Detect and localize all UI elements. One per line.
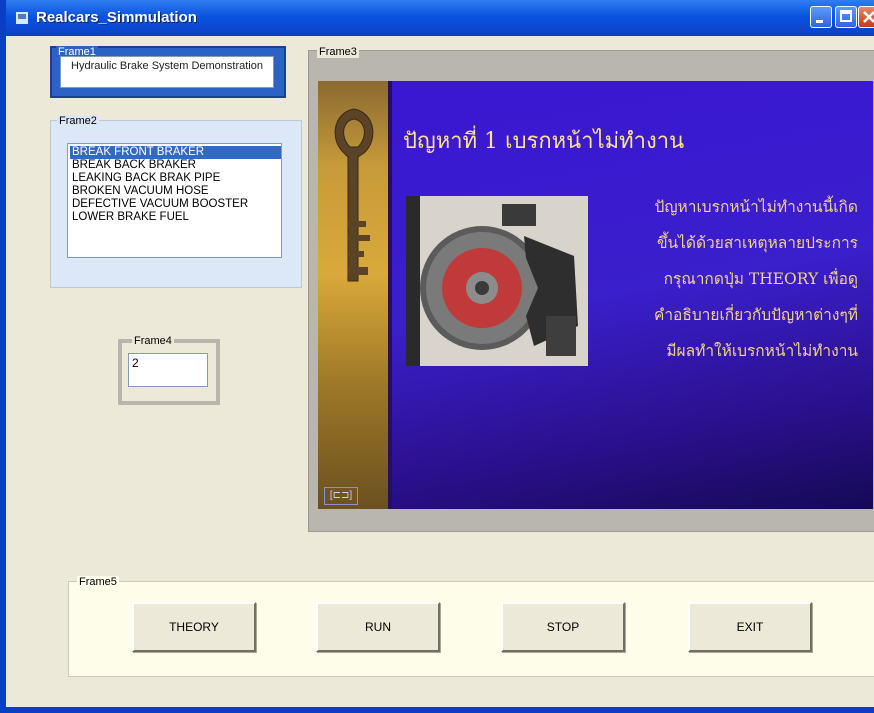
presentation-slide: ปัญหาที่ 1 เบรกหน้าไม่ทำงาน ปัญหาเบรกหน้… bbox=[318, 81, 873, 509]
frame1: Frame1 Hydraulic Brake System Demonstrat… bbox=[50, 46, 286, 98]
client-area: Frame1 Hydraulic Brake System Demonstrat… bbox=[12, 36, 874, 707]
window-title: Realcars_Simmulation bbox=[36, 9, 197, 26]
list-item[interactable]: BREAK BACK BRAKER bbox=[70, 159, 281, 172]
list-item[interactable]: LOWER BRAKE FUEL bbox=[70, 211, 281, 224]
list-item[interactable]: DEFECTIVE VACUUM BOOSTER bbox=[70, 198, 281, 211]
key-image bbox=[334, 108, 374, 282]
stop-button[interactable]: STOP bbox=[501, 602, 625, 652]
frame3-label: Frame3 bbox=[317, 46, 359, 58]
frame5: Frame5 THEORY RUN STOP EXIT bbox=[68, 576, 874, 677]
maximize-button[interactable] bbox=[835, 6, 857, 28]
run-button[interactable]: RUN bbox=[316, 602, 440, 652]
brake-disc-photo bbox=[406, 196, 588, 366]
slide-title: ปัญหาที่ 1 เบรกหน้าไม่ทำงาน bbox=[403, 129, 685, 154]
slide-text-line: คำอธิบายเกี่ยวกับปัญหาต่างๆที่ bbox=[653, 306, 858, 324]
index-textbox[interactable]: 2 bbox=[128, 353, 208, 387]
minimize-icon bbox=[816, 20, 823, 23]
slide-control[interactable]: [⊏⊐] bbox=[324, 487, 358, 505]
demo-title-textbox[interactable]: Hydraulic Brake System Demonstration bbox=[60, 56, 274, 88]
title-bar[interactable]: Realcars_Simmulation bbox=[6, 0, 874, 36]
frame2: Frame2 BREAK FRONT BRAKER BREAK BACK BRA… bbox=[50, 115, 302, 288]
slide-text-line: กรุณากดปุ่ม THEORY เพื่อดู bbox=[663, 270, 858, 288]
app-window: Realcars_Simmulation Frame1 Hydraulic Br… bbox=[0, 0, 874, 713]
problem-listbox[interactable]: BREAK FRONT BRAKER BREAK BACK BRAKER LEA… bbox=[67, 143, 282, 258]
list-item[interactable]: LEAKING BACK BRAK PIPE bbox=[70, 172, 281, 185]
list-item[interactable]: BREAK FRONT BRAKER bbox=[70, 146, 281, 159]
app-icon bbox=[16, 12, 28, 24]
close-button[interactable] bbox=[858, 6, 874, 28]
list-item[interactable]: BROKEN VACUUM HOSE bbox=[70, 185, 281, 198]
slide-body-text: ปัญหาเบรกหน้าไม่ทำงานนี้เกิด ขึ้นได้ด้วย… bbox=[608, 189, 858, 369]
slide-text-line: มีผลทำให้เบรกหน้าไม่ทำงาน bbox=[666, 342, 858, 360]
frame2-label: Frame2 bbox=[57, 115, 99, 127]
exit-button[interactable]: EXIT bbox=[688, 602, 812, 652]
close-icon bbox=[863, 11, 874, 23]
frame3: Frame3 ปัญหาที่ 1 เบรกหน้าไม่ทำงาน ปัญหา… bbox=[308, 46, 874, 532]
frame4: Frame4 2 bbox=[118, 335, 220, 405]
slide-text-line: ขึ้นได้ด้วยสาเหตุหลายประการ bbox=[656, 234, 858, 252]
maximize-icon bbox=[840, 10, 852, 22]
frame5-label: Frame5 bbox=[77, 576, 119, 588]
slide-text-line: ปัญหาเบรกหน้าไม่ทำงานนี้เกิด bbox=[654, 198, 858, 216]
frame4-label: Frame4 bbox=[132, 335, 174, 347]
minimize-button[interactable] bbox=[810, 6, 832, 28]
theory-button[interactable]: THEORY bbox=[132, 602, 256, 652]
slide-strip-edge bbox=[388, 81, 392, 509]
